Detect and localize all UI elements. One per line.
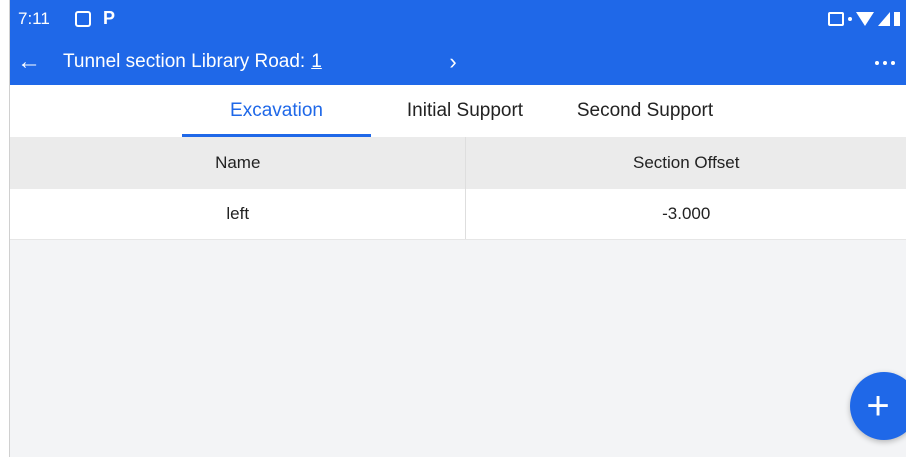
table-row[interactable]: left -3.000 (10, 189, 906, 240)
gallery-icon (75, 11, 91, 27)
page-title-text: Tunnel section Library Road: (63, 51, 306, 72)
battery-icon (894, 12, 900, 26)
section-number-link[interactable]: 1 (311, 51, 322, 72)
cast-icon (828, 12, 844, 26)
cell-section-offset: -3.000 (662, 204, 711, 223)
page-title: Tunnel section Library Road: 1 (63, 51, 322, 73)
column-header-name: Name (10, 137, 467, 189)
more-dot (891, 61, 895, 65)
signal-icon (878, 12, 890, 26)
plus-icon: + (866, 384, 890, 428)
back-arrow-icon[interactable]: ← (12, 44, 46, 80)
data-dot-icon (848, 17, 852, 21)
column-header-section-offset: Section Offset (633, 153, 740, 172)
chevron-right-icon[interactable]: › (438, 44, 468, 80)
more-dot (883, 61, 887, 65)
status-time: 7:11 (18, 9, 50, 28)
cell-name: left (10, 189, 467, 239)
app-screen: 7:11 P ← Tunnel section Library Road: 1 ›… (9, 0, 906, 457)
tab-bar: Excavation Initial Support Second Suppor… (10, 85, 906, 137)
more-dot (875, 61, 879, 65)
p-icon: P (103, 8, 116, 28)
wifi-icon (856, 12, 874, 26)
table-header: Name Section Offset (10, 137, 906, 189)
tab-excavation[interactable]: Excavation (182, 85, 371, 137)
status-bar: 7:11 P (10, 0, 906, 40)
tab-second-support[interactable]: Second Support (560, 85, 730, 137)
add-button[interactable]: + (850, 372, 906, 440)
status-icons (828, 10, 900, 28)
app-bar: ← Tunnel section Library Road: 1 › (10, 40, 906, 85)
tab-initial-support[interactable]: Initial Support (380, 85, 550, 137)
more-options-icon[interactable] (868, 48, 902, 78)
